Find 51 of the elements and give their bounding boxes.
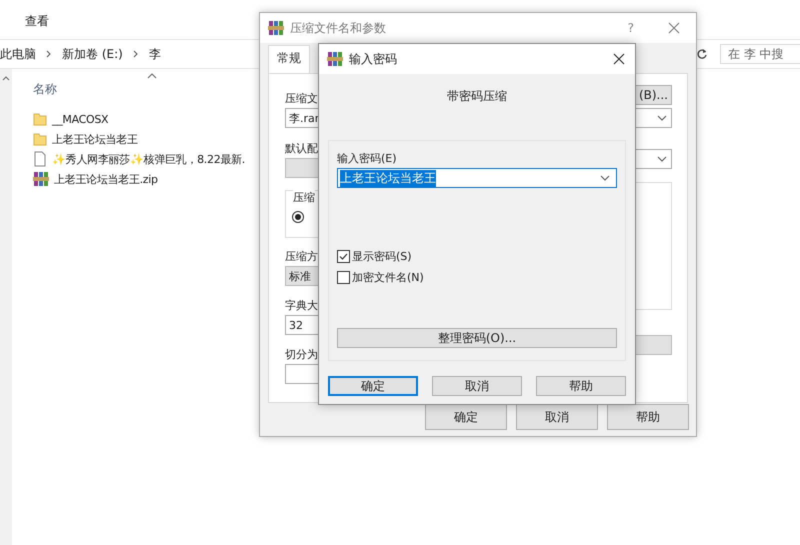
caret-icon xyxy=(657,156,667,162)
checkbox-option[interactable]: 显示密码(S) xyxy=(337,249,617,264)
archive-icon xyxy=(327,51,343,67)
field-label: 字典大 xyxy=(285,299,318,313)
file-name[interactable]: __MACOSX xyxy=(52,112,108,126)
manage-passwords-button[interactable]: 整理密码(O)... xyxy=(337,328,617,348)
dialog-button[interactable]: 取消 xyxy=(432,376,522,396)
dialog-button[interactable]: 帮助 xyxy=(536,376,626,396)
scroll-up-icon[interactable] xyxy=(2,75,10,81)
dialog-button[interactable]: 取消 xyxy=(516,404,598,430)
password-field[interactable]: 上老王论坛当老王 xyxy=(337,168,617,188)
window-title: 压缩文件名和参数 xyxy=(290,20,386,36)
radio-button[interactable] xyxy=(292,211,304,223)
field-label: 输入密码(E) xyxy=(337,151,398,166)
refresh-icon[interactable] xyxy=(696,48,708,60)
breadcrumb-item[interactable]: 此电脑 xyxy=(0,46,36,62)
dialog-button[interactable]: 确定 xyxy=(425,404,507,430)
dialog-button[interactable]: 确定 xyxy=(328,376,418,396)
tab[interactable]: 常规 xyxy=(268,45,310,73)
caret-icon[interactable] xyxy=(600,175,610,181)
folder-icon xyxy=(33,112,47,126)
checkbox[interactable] xyxy=(337,271,350,284)
group-label: 压缩 xyxy=(293,190,315,205)
scrollbar[interactable] xyxy=(0,69,12,545)
breadcrumb-item[interactable]: 李 xyxy=(148,46,161,62)
search-field[interactable]: 在 李 中搜 xyxy=(720,44,800,64)
archive-icon xyxy=(33,171,49,187)
field-label: 压缩方 xyxy=(285,250,318,264)
window-title: 输入密码 xyxy=(349,50,397,68)
close-icon[interactable] xyxy=(613,53,625,65)
dialog-heading: 带密码压缩 xyxy=(446,88,508,105)
archive-icon xyxy=(268,20,284,36)
file-name[interactable]: 上老王论坛当老王.zip xyxy=(54,172,158,186)
selected-text: 上老王论坛当老王 xyxy=(340,170,436,186)
field-label: 切分为 xyxy=(285,348,318,362)
dialog-button[interactable]: 帮助 xyxy=(607,404,689,430)
folder-icon xyxy=(33,132,47,146)
checkbox[interactable] xyxy=(337,250,350,263)
chevron-icon xyxy=(46,50,52,58)
field-label: 压缩文 xyxy=(285,92,318,106)
caret-icon xyxy=(657,115,667,121)
column-header[interactable]: 名称 xyxy=(33,80,57,98)
field-label: 默认配 xyxy=(285,142,318,156)
file-name[interactable]: ✨秀人网李丽莎✨核弹巨乳，8.22最新. xyxy=(52,152,245,166)
help-button[interactable]: ? xyxy=(628,21,634,35)
ribbon-tab[interactable]: 查看 xyxy=(25,13,49,30)
chevron-icon xyxy=(132,50,139,58)
sort-caret-icon xyxy=(147,73,157,79)
document-icon xyxy=(33,151,47,167)
file-name[interactable]: 上老王论坛当老王 xyxy=(52,132,138,146)
breadcrumb-item[interactable]: 新加卷 (E:) xyxy=(62,46,123,62)
